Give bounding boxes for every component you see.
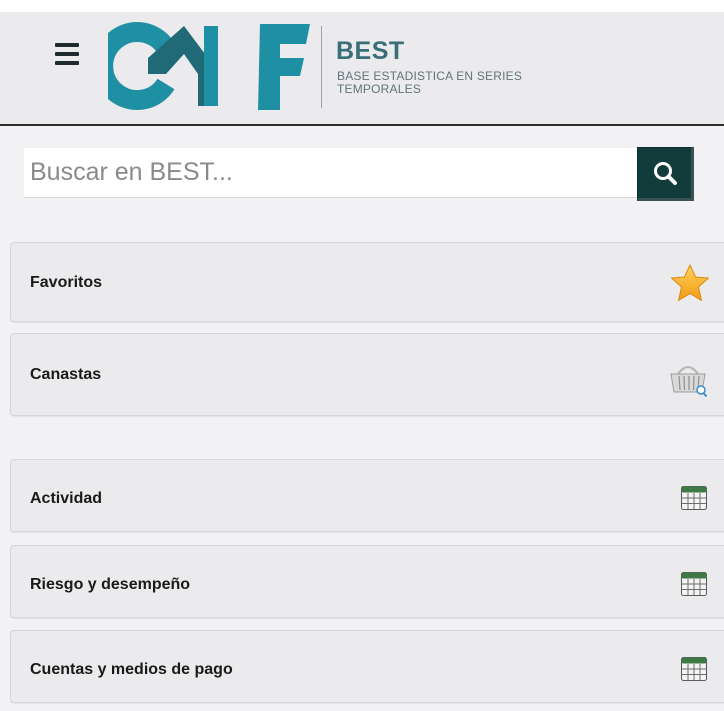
brand-title: BEST xyxy=(336,37,405,65)
baskets-item[interactable]: Canastas xyxy=(10,333,724,416)
star-icon xyxy=(671,264,709,301)
search-button[interactable] xyxy=(637,147,694,201)
favorites-label: Favoritos xyxy=(30,274,103,291)
table-icon xyxy=(681,486,707,510)
table-icon xyxy=(681,572,707,596)
baskets-label: Canastas xyxy=(30,366,102,383)
category-item-actividad[interactable]: Actividad xyxy=(10,459,724,532)
search-input[interactable] xyxy=(24,148,638,198)
logo-divider xyxy=(321,26,322,108)
cmf-logo xyxy=(108,22,310,110)
category-item-cuentas[interactable]: Cuentas y medios de pago xyxy=(10,630,724,703)
top-strip xyxy=(0,0,724,12)
table-icon xyxy=(681,657,707,681)
hamburger-menu-icon[interactable] xyxy=(55,43,79,65)
category-item-riesgo[interactable]: Riesgo y desempeño xyxy=(10,545,724,618)
app-header: BEST BASE ESTADISTICA EN SERIES TEMPORAL… xyxy=(0,0,724,126)
category-label: Actividad xyxy=(30,490,103,507)
favorites-item[interactable]: Favoritos xyxy=(10,242,724,322)
category-label: Riesgo y desempeño xyxy=(30,576,191,593)
category-label: Cuentas y medios de pago xyxy=(30,661,233,678)
search-icon xyxy=(653,162,677,185)
basket-icon xyxy=(670,366,708,398)
brand-subtitle: BASE ESTADISTICA EN SERIES TEMPORALES xyxy=(337,69,523,96)
